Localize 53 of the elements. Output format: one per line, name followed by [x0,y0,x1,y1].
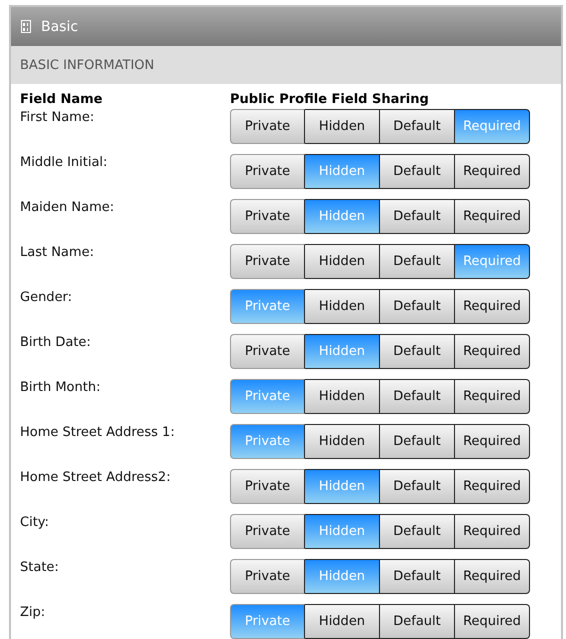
field-label: Maiden Name: [20,199,116,215]
field-label: Gender: [20,289,74,305]
sharing-option-button[interactable]: Hidden [305,424,380,459]
sharing-option-button[interactable]: Required [455,289,530,324]
sharing-option-button[interactable]: Default [380,244,455,279]
field-label: Zip: [20,604,46,620]
sharing-option-button[interactable]: Required [455,424,530,459]
sharing-option-button[interactable]: Required [455,559,530,594]
sharing-option-button[interactable]: Private [230,469,305,504]
sharing-option-button[interactable]: Private [230,559,305,594]
form-icon [21,20,31,33]
field-label: First Name: [20,109,96,125]
field-label: Birth Date: [20,334,92,350]
sharing-option-button[interactable]: Hidden [305,604,380,639]
sharing-option-button[interactable]: Hidden [305,109,380,144]
sharing-option-button[interactable]: Required [455,154,530,189]
sharing-option-button[interactable]: Required [455,334,530,369]
sharing-option-button[interactable]: Default [380,559,455,594]
column-header: Field Name [20,92,104,107]
sharing-option-button[interactable]: Private [230,514,305,549]
sharing-option-button[interactable]: Default [380,379,455,414]
sharing-option-button[interactable]: Required [455,604,530,639]
field-label: City: [20,514,50,530]
panel-title: Basic [41,18,78,34]
sharing-option-button[interactable]: Default [380,109,455,144]
section-title: BASIC INFORMATION [20,58,154,72]
sharing-option-button[interactable]: Hidden [305,244,380,279]
sharing-option-button[interactable]: Private [230,154,305,189]
sharing-option-button[interactable]: Required [455,514,530,549]
sharing-option-button[interactable]: Private [230,109,305,144]
sharing-option-button[interactable]: Default [380,154,455,189]
sharing-option-button[interactable]: Private [230,244,305,279]
field-label: Home Street Address 1: [20,424,176,440]
field-label: Home Street Address2: [20,469,172,485]
sharing-option-button[interactable]: Required [455,379,530,414]
sharing-option-button[interactable]: Default [380,604,455,639]
sharing-option-button[interactable]: Default [380,199,455,234]
sharing-option-button[interactable]: Default [380,514,455,549]
sharing-option-button[interactable]: Default [380,424,455,459]
field-label: Middle Initial: [20,154,108,170]
sharing-option-button[interactable]: Default [380,334,455,369]
sharing-option-button[interactable]: Private [230,334,305,369]
sharing-option-button[interactable]: Private [230,199,305,234]
sharing-option-button[interactable]: Required [455,469,530,504]
field-label: Last Name: [20,244,95,260]
sharing-option-button[interactable]: Default [380,469,455,504]
field-label: State: [20,559,60,575]
sharing-option-button[interactable]: Required [455,199,530,234]
sharing-option-button[interactable]: Default [380,289,455,324]
sharing-option-button[interactable]: Hidden [305,289,380,324]
column-header: Public Profile Field Sharing [230,92,430,107]
field-label: Birth Month: [20,379,102,395]
sharing-option-button[interactable]: Hidden [305,379,380,414]
